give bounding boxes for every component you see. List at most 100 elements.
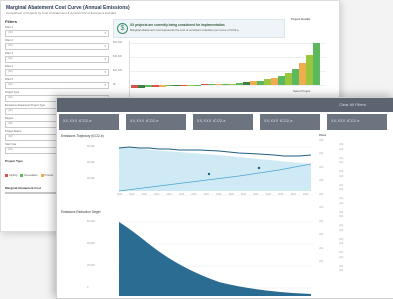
mac-bar[interactable] <box>222 83 229 85</box>
mac-bar[interactable] <box>271 77 278 85</box>
kpi-tile[interactable]: XX,XXX tCO2-e <box>59 114 119 130</box>
sidebar-item[interactable]: (All) <box>319 179 389 183</box>
filter-dropdown[interactable]: (All) ▾ <box>5 69 109 76</box>
sidebar-item[interactable]: (All) <box>319 247 389 251</box>
project-details-label: Project Details <box>291 17 311 21</box>
kpi-tile[interactable]: XX,XXX tCO2-e <box>193 114 253 130</box>
sidebar-item[interactable]: (All) <box>319 265 389 269</box>
legend-swatch <box>5 173 8 177</box>
filter-label: Filter 1 <box>5 26 13 29</box>
mac-bar[interactable] <box>257 80 264 85</box>
sidebar-item[interactable]: (All) <box>319 211 389 215</box>
reduction-chart-svg <box>117 221 313 296</box>
reduction-area <box>119 222 311 296</box>
mac-bar[interactable] <box>145 85 152 88</box>
legend-swatch <box>40 173 44 177</box>
mac-bar[interactable] <box>229 83 236 85</box>
filter-dropdown[interactable]: (All) ▾ <box>5 56 109 63</box>
filter-dropdown[interactable]: (All) ▾ <box>5 30 109 37</box>
sidebar-item[interactable]: (All) <box>319 242 389 246</box>
mac-bar[interactable] <box>306 54 313 85</box>
sidebar-item[interactable]: (All) <box>319 256 389 260</box>
mac-bar[interactable] <box>208 84 215 85</box>
mac-bar[interactable] <box>236 82 243 85</box>
x-tick-label: 2032 <box>265 194 271 196</box>
mac-bar[interactable] <box>173 85 180 87</box>
mac-bar[interactable] <box>166 85 173 87</box>
sidebar-item[interactable]: (All) <box>319 139 389 143</box>
mac-bar[interactable] <box>278 76 285 85</box>
filter-dropdown[interactable]: (All) ▾ <box>5 82 109 89</box>
sidebar-item[interactable]: (All) <box>319 148 389 152</box>
sidebar-item[interactable]: (All) <box>319 197 389 201</box>
sidebar-item[interactable]: (All) <box>319 251 389 255</box>
sidebar-item[interactable]: (All) <box>319 202 389 206</box>
legend-item[interactable]: Renewables <box>20 173 38 177</box>
filter-label: Filter 3 <box>5 52 13 55</box>
x-tick-label: 2028 <box>216 194 222 196</box>
mac-bar[interactable] <box>264 79 271 85</box>
filter-label: Project Type <box>5 91 20 94</box>
sidebar-item[interactable]: (All) <box>319 161 389 165</box>
filter-value: (All) <box>8 109 13 112</box>
mac-bar[interactable] <box>152 85 159 88</box>
sidebar-item[interactable]: (All) <box>319 238 389 242</box>
chevron-down-icon: ▾ <box>104 44 106 48</box>
chevron-down-icon: ▾ <box>104 57 106 61</box>
mac-bar[interactable] <box>187 85 194 86</box>
mac-bar[interactable] <box>201 84 208 85</box>
filter-dropdown[interactable]: (All) ▾ <box>5 43 109 50</box>
mac-bar[interactable] <box>215 84 222 85</box>
sidebar-title: Filters <box>319 134 327 137</box>
kpi-value: XX,XXX tCO2-e <box>63 119 92 123</box>
mac-bar[interactable] <box>250 81 257 85</box>
sidebar-item[interactable]: (All) <box>319 193 389 197</box>
mac-bar[interactable] <box>299 63 306 85</box>
trajectory-marker-1 <box>207 172 211 176</box>
sidebar-item[interactable]: (All) <box>319 224 389 228</box>
sidebar-item[interactable]: (All) <box>319 175 389 179</box>
sidebar-item[interactable]: (All) <box>319 170 389 174</box>
x-tick-label: 2031 <box>253 194 259 196</box>
sidebar-item[interactable]: (All) <box>319 157 389 161</box>
sidebar-item[interactable]: (All) <box>319 220 389 224</box>
mac-bar[interactable] <box>159 85 166 88</box>
kpi-tile[interactable]: XX,XXX tCO2-e <box>260 114 320 130</box>
select-project-label[interactable]: Select Project <box>293 89 310 93</box>
projects-notice: $ XX projects are currently being consid… <box>113 19 285 38</box>
kpi-value: XX,XXX tCO2-e <box>197 119 226 123</box>
sidebar-item[interactable]: (All) <box>319 166 389 170</box>
legend-label: Renewables <box>24 174 38 177</box>
mac-bar[interactable] <box>131 85 138 88</box>
mac-bar[interactable] <box>292 69 299 85</box>
filter-group: Filter 3 (All) ▾ <box>5 52 109 64</box>
sidebar-item[interactable]: (All) <box>319 260 389 264</box>
dollar-icon: $ <box>117 23 128 34</box>
sidebar-item[interactable]: (All) <box>319 188 389 192</box>
kpi-tile[interactable]: XX,XXX tCO2-e <box>327 114 387 130</box>
kpi-row: XX,XXX tCO2-e XX,XXX tCO2-e XX,XXX tCO2-e X… <box>57 114 393 132</box>
mac-bar[interactable] <box>243 82 250 85</box>
mac-bar[interactable] <box>194 85 201 86</box>
sidebar-item[interactable]: (All) <box>319 269 389 273</box>
legend-item[interactable]: Lighting <box>5 173 18 177</box>
x-tick-label: 2021 <box>129 194 135 196</box>
legend-item[interactable]: Process <box>40 173 53 177</box>
sidebar-item[interactable]: (All) <box>319 229 389 233</box>
sidebar-item[interactable]: (All) <box>319 206 389 210</box>
x-tick-label: 2029 <box>228 194 234 196</box>
legend-label: Lighting <box>9 174 18 177</box>
sidebar-item[interactable]: (All) <box>319 143 389 147</box>
sidebar-item[interactable]: (All) <box>319 233 389 237</box>
mac-bar[interactable] <box>313 43 320 85</box>
kpi-tile[interactable]: XX,XXX tCO2-e <box>126 114 186 130</box>
mac-bar[interactable] <box>180 85 187 87</box>
sidebar-item[interactable]: (All) <box>319 184 389 188</box>
mac-bar[interactable] <box>138 85 145 88</box>
clear-filters-link[interactable]: Clear All Filters <box>339 102 366 107</box>
filter-label: Filter 4 <box>5 65 13 68</box>
x-tick-label: 2023 <box>154 194 160 196</box>
sidebar-item[interactable]: (All) <box>319 215 389 219</box>
sidebar-item[interactable]: (All) <box>319 152 389 156</box>
mac-bar[interactable] <box>285 73 292 85</box>
